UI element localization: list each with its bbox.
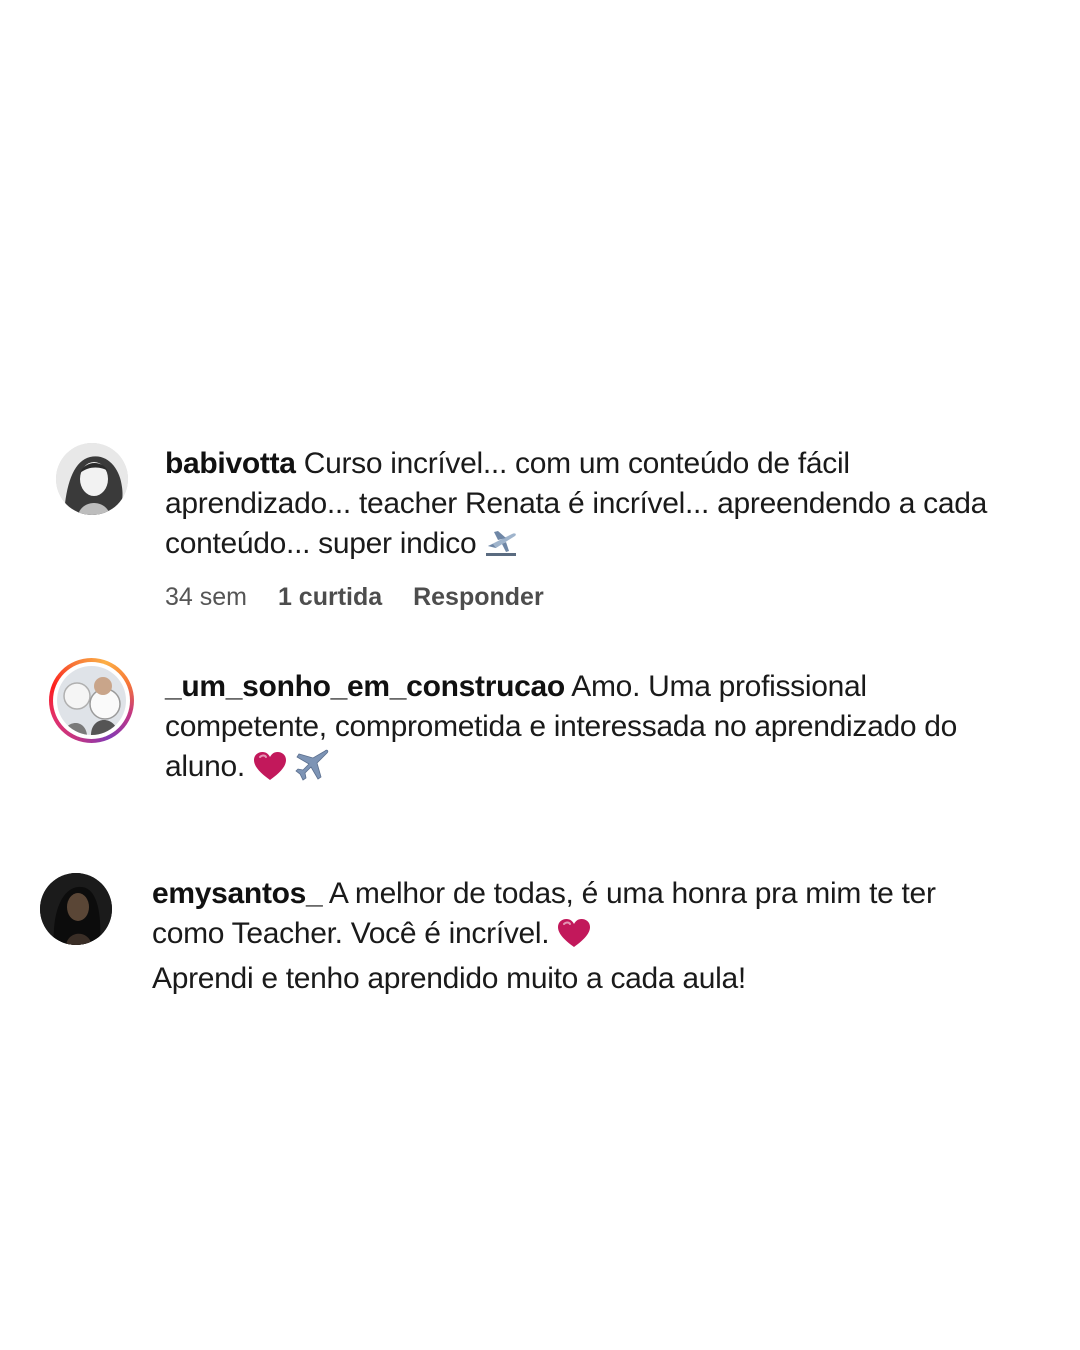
airplane-departure-icon [484, 526, 518, 569]
comment-emysantos: emysantos_ A melhor de todas, é uma honr… [0, 870, 1080, 1010]
comment-text: como Teacher. Você é incrível. [152, 917, 550, 950]
comment-um-sonho: _um_sonho_em_construcao Amo. Uma profiss… [0, 655, 1080, 795]
avatar-photo-icon [56, 443, 128, 515]
username[interactable]: emysantos_ [152, 877, 323, 910]
comment-text: conteúdo... super indico [165, 527, 477, 560]
avatar [57, 666, 126, 735]
comment-meta: 34 sem 1 curtida Responder [165, 582, 568, 612]
airplane-icon [295, 749, 329, 792]
comment-text: A melhor de todas, é uma honra pra mim t… [328, 877, 936, 910]
comment-text: aluno. [165, 750, 245, 783]
comment-text: Aprendi e tenho aprendido muito a cada a… [152, 962, 746, 995]
username[interactable]: _um_sonho_em_construcao [165, 670, 565, 703]
timestamp: 34 sem [165, 583, 247, 611]
comment-text: Amo. Uma profissional [571, 670, 867, 703]
avatar[interactable] [40, 873, 112, 945]
comment-body: _um_sonho_em_construcao Amo. Uma profiss… [165, 667, 1045, 792]
comment-babivotta: babivotta Curso incrível... com um conte… [0, 440, 1080, 620]
comment-body: babivotta Curso incrível... com um conte… [165, 444, 1045, 569]
avatar[interactable] [56, 443, 128, 515]
reply-button[interactable]: Responder [413, 583, 544, 611]
comment-body: emysantos_ A melhor de todas, é uma honr… [152, 874, 1052, 999]
comment-text: aprendizado... teacher Renata é incrível… [165, 487, 987, 520]
heart-icon [557, 918, 591, 959]
comment-text: competente, comprometida e interessada n… [165, 710, 958, 743]
story-ring[interactable] [49, 658, 134, 743]
likes-count[interactable]: 1 curtida [278, 583, 382, 611]
username[interactable]: babivotta [165, 447, 296, 480]
comment-text: Curso incrível... com um conteúdo de fác… [303, 447, 850, 480]
heart-icon [253, 751, 287, 792]
avatar-photo-icon [40, 873, 112, 945]
avatar-photo-icon [57, 666, 126, 735]
